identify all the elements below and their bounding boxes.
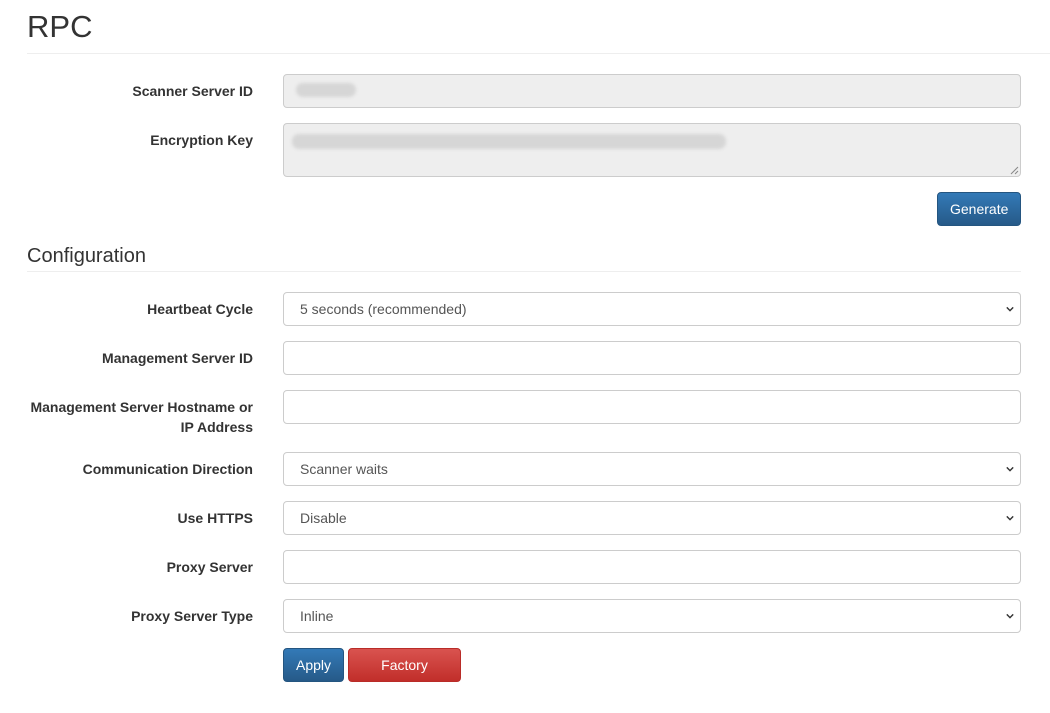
title-divider — [27, 53, 1050, 54]
management-server-host-label-line2: IP Address — [180, 419, 253, 435]
use-https-value: Disable — [300, 510, 347, 526]
use-https-label: Use HTTPS — [177, 510, 253, 526]
proxy-server-type-label: Proxy Server Type — [131, 608, 253, 624]
redacted-value — [292, 134, 726, 149]
configuration-title: Configuration — [27, 245, 146, 267]
chevron-down-icon — [1006, 612, 1014, 620]
proxy-server-label: Proxy Server — [166, 559, 253, 575]
management-server-host-label: Management Server Hostname or IP Address — [13, 397, 253, 437]
encryption-key-label: Encryption Key — [150, 132, 253, 148]
chevron-down-icon — [1006, 305, 1014, 313]
resize-grip-icon[interactable] — [1009, 165, 1019, 175]
proxy-server-type-select[interactable]: Inline — [283, 599, 1021, 633]
proxy-server-type-value: Inline — [300, 608, 334, 624]
scanner-server-id-field[interactable] — [283, 74, 1021, 108]
proxy-server-input[interactable] — [283, 550, 1021, 584]
communication-direction-select[interactable]: Scanner waits — [283, 452, 1021, 486]
page-title: RPC — [27, 9, 93, 44]
scanner-server-id-label: Scanner Server ID — [132, 83, 253, 99]
management-server-host-input[interactable] — [283, 390, 1021, 424]
communication-direction-label: Communication Direction — [82, 461, 253, 477]
apply-button[interactable]: Apply — [283, 648, 344, 682]
management-server-id-label: Management Server ID — [102, 350, 253, 366]
heartbeat-cycle-value: 5 seconds (recommended) — [300, 301, 467, 317]
management-server-host-label-line1: Management Server Hostname or — [30, 399, 253, 415]
heartbeat-cycle-label: Heartbeat Cycle — [147, 301, 253, 317]
generate-button[interactable]: Generate — [937, 192, 1021, 226]
communication-direction-value: Scanner waits — [300, 461, 388, 477]
factory-reset-button[interactable]: Factory Reset — [348, 648, 461, 705]
section-divider — [27, 271, 1021, 272]
chevron-down-icon — [1006, 514, 1014, 522]
redacted-value — [296, 83, 356, 97]
encryption-key-field[interactable] — [283, 123, 1021, 177]
management-server-id-input[interactable] — [283, 341, 1021, 375]
use-https-select[interactable]: Disable — [283, 501, 1021, 535]
chevron-down-icon — [1006, 465, 1014, 473]
heartbeat-cycle-select[interactable]: 5 seconds (recommended) — [283, 292, 1021, 326]
